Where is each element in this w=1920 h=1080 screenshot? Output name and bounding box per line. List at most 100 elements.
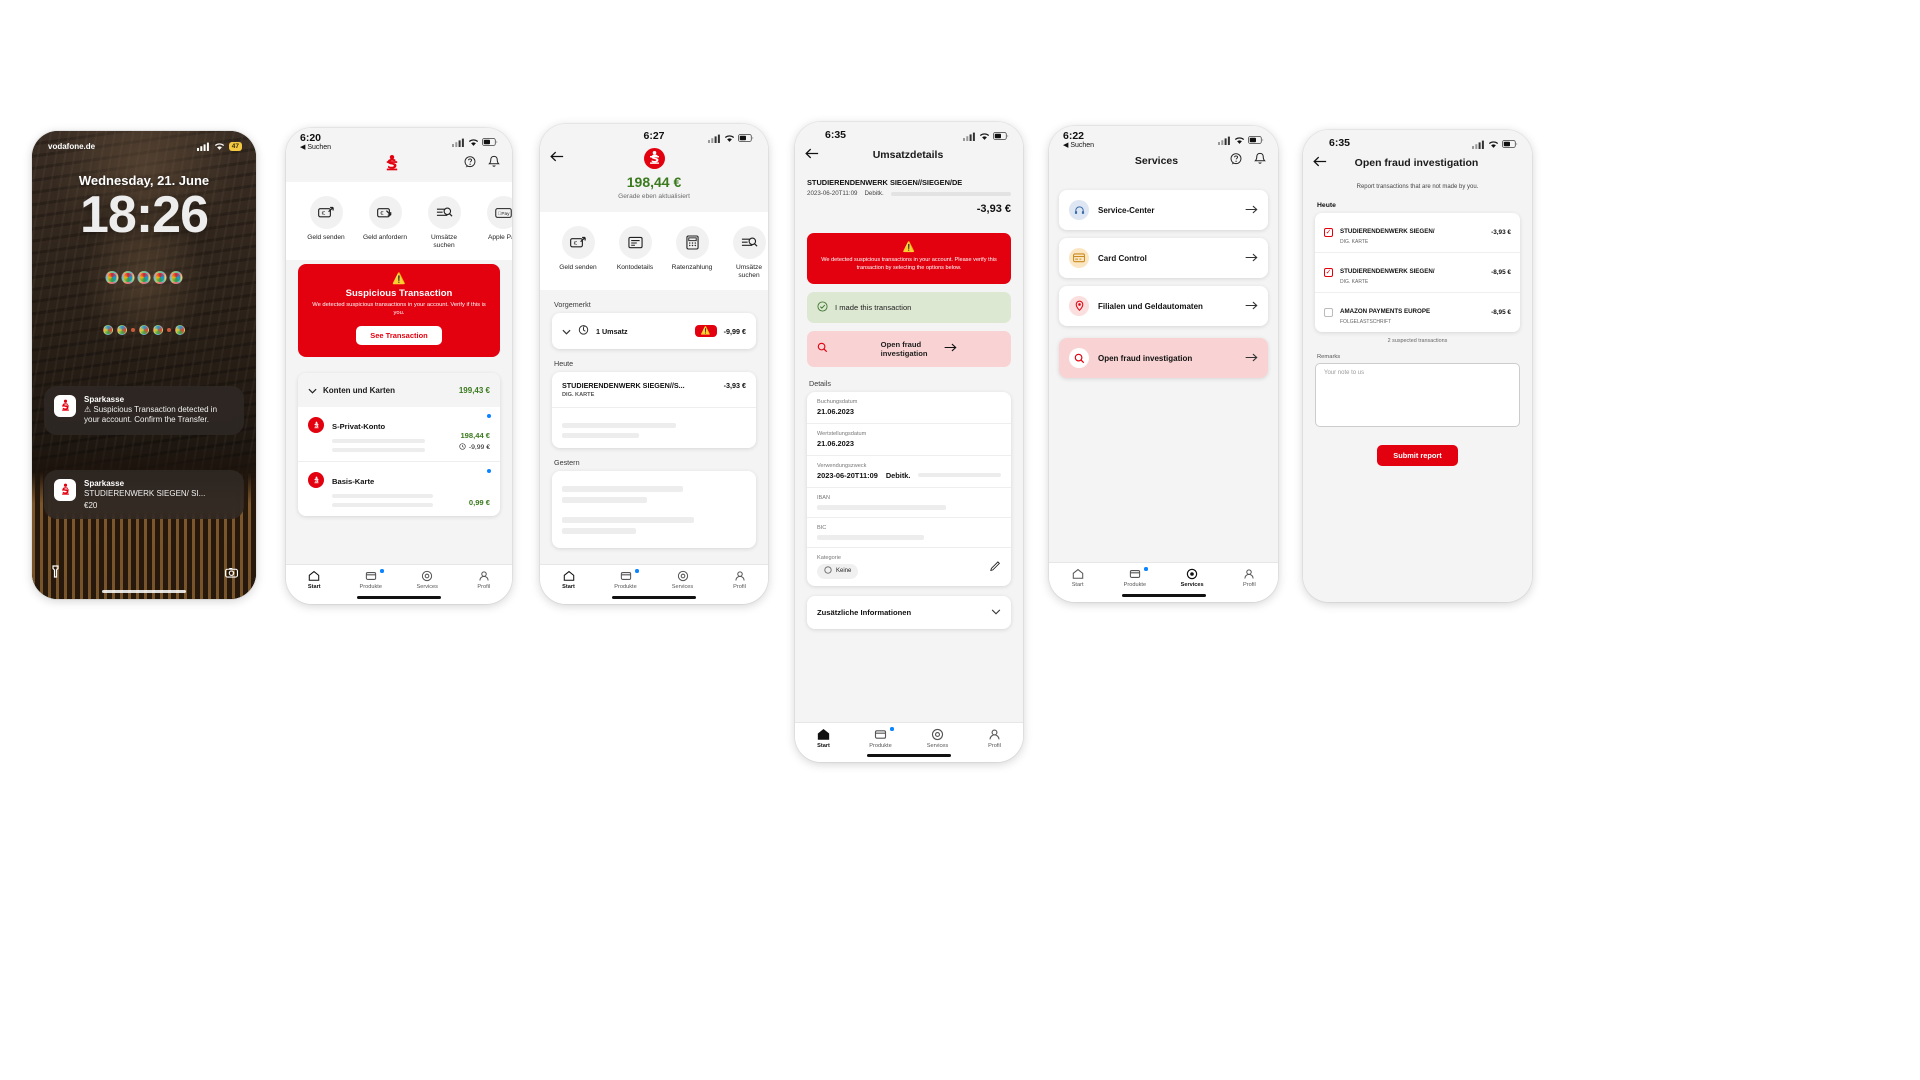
submit-report-button[interactable]: Submit report <box>1377 444 1458 466</box>
category-circle-icon <box>824 566 832 576</box>
quick-action-geld-senden[interactable]: € Geld senden <box>554 226 602 280</box>
table-row[interactable]: ✓ AMAZON PAYMENTS EUROPE FOLGELASTSCHRIF… <box>1315 293 1520 332</box>
checkbox-checked[interactable]: ✓ <box>1324 227 1333 237</box>
help-icon[interactable] <box>1230 152 1242 170</box>
services-icon <box>1186 568 1198 580</box>
tab-services[interactable]: Services <box>1172 568 1212 588</box>
remarks-input[interactable]: Your note to us <box>1315 362 1520 427</box>
lock-time: 18:26 <box>80 186 209 244</box>
arrow-right-icon <box>1245 353 1258 364</box>
camera-icon[interactable] <box>225 565 239 583</box>
pencil-icon[interactable] <box>990 558 1001 576</box>
transaction-amount: -8,95 € <box>1491 308 1511 316</box>
quick-action-geld-senden[interactable]: € Geld senden <box>302 196 350 250</box>
tab-profil[interactable]: Profil <box>464 570 504 590</box>
tab-start[interactable]: Start <box>804 728 844 749</box>
accounts-header[interactable]: Konten und Karten 199,43 € <box>298 373 500 408</box>
notification-card[interactable]: Sparkasse ⚠ Suspicious Transaction detec… <box>44 386 244 435</box>
see-transaction-button[interactable]: See Transaction <box>356 326 442 346</box>
status-bar: 6:20 ◀ Suchen <box>286 128 512 151</box>
tab-services[interactable]: Services <box>918 728 958 749</box>
quick-action-umsaetze-suchen[interactable]: Umsätze suchen <box>420 196 468 250</box>
installment-icon <box>675 226 709 259</box>
detail-item-kategorie: Kategorie Keine <box>807 548 1011 587</box>
services-screen: 6:22 ◀ Suchen Services Service-Center Ca… <box>1049 126 1278 602</box>
account-amount: 0,99 € <box>468 498 490 508</box>
accounts-card: Konten und Karten 199,43 € S-Privat-Kont… <box>298 373 500 517</box>
phone-lockscreen: vodafone.de 47 Wednesday, 21. June 18:26… <box>32 131 256 599</box>
page-title: Open fraud investigation <box>1354 157 1479 169</box>
quick-action-label: Apple Pay <box>487 234 512 241</box>
transaction-row[interactable]: 1 Umsatz ⚠️ -9,99 € <box>552 313 756 349</box>
stained-glass-row <box>105 271 183 285</box>
accounts-header-title: Konten und Karten <box>323 385 395 395</box>
service-item-filialen[interactable]: Filialen und Geldautomaten <box>1059 286 1268 326</box>
table-row[interactable]: ✓ STUDIERENDENWERK SIEGEN/ DIG. KARTE -8… <box>1315 253 1520 293</box>
tab-produkte[interactable]: Produkte <box>606 569 646 590</box>
bell-icon[interactable] <box>1254 152 1266 170</box>
chevron-down-icon <box>308 381 317 399</box>
tab-badge-dot <box>1144 567 1148 571</box>
sparkasse-badge-icon <box>308 472 324 489</box>
quick-action-apple-pay[interactable]: Pay Apple Pay <box>479 196 512 250</box>
arrow-right-icon <box>1245 205 1258 216</box>
help-icon[interactable] <box>464 155 476 173</box>
status-back-label[interactable]: ◀ Suchen <box>300 144 331 151</box>
tab-start[interactable]: Start <box>294 570 334 590</box>
checkbox-checked[interactable]: ✓ <box>1324 267 1333 277</box>
unread-dot <box>487 469 491 474</box>
home-screen: 6:20 ◀ Suchen € Geld senden € Geld anfor… <box>286 128 512 604</box>
transaction-sub: DIG. KARTE <box>1340 278 1369 285</box>
tab-services[interactable]: Services <box>407 570 447 590</box>
battery-icon <box>1502 140 1518 148</box>
arrow-right-icon <box>944 343 1001 354</box>
tab-profil[interactable]: Profil <box>1229 568 1269 588</box>
notification-card[interactable]: Sparkasse STUDIERENWERK SIEGEN/ SI... €2… <box>44 470 244 520</box>
home-icon <box>817 728 830 740</box>
quick-action-umsaetze-suchen[interactable]: Umsätze suchen <box>725 226 768 280</box>
account-row[interactable]: S-Privat-Konto 198,44 € -9,99 € <box>298 407 500 463</box>
status-back-label[interactable]: ◀ Suchen <box>1063 142 1094 149</box>
service-item-open-fraud-investigation[interactable]: Open fraud investigation <box>1059 338 1268 378</box>
screenshot-canvas: vodafone.de 47 Wednesday, 21. June 18:26… <box>0 0 1920 1080</box>
nav-bar: Umsatzdetails <box>795 144 1023 170</box>
flashlight-icon[interactable] <box>50 565 61 583</box>
transaction-sub: DIG. KARTE <box>562 392 595 399</box>
back-arrow-icon[interactable] <box>550 151 564 164</box>
checkbox-unchecked[interactable]: ✓ <box>1324 307 1333 317</box>
phone-services: 6:22 ◀ Suchen Services Service-Center Ca… <box>1049 126 1278 602</box>
tab-produkte[interactable]: Produkte <box>861 727 901 749</box>
table-row[interactable]: ✓ STUDIERENDENWERK SIEGEN/ DIG. KARTE -3… <box>1315 213 1520 253</box>
tab-produkte[interactable]: Produkte <box>351 569 391 590</box>
quick-action-kontodetails[interactable]: Kontodetails <box>611 226 659 280</box>
quick-action-ratenzahlung[interactable]: Ratenzahlung <box>668 226 716 280</box>
tab-start[interactable]: Start <box>549 570 589 590</box>
tab-label: Services <box>926 743 949 749</box>
tab-profil[interactable]: Profil <box>720 570 760 590</box>
quick-action-geld-anfordern[interactable]: € Geld anfordern <box>361 196 409 250</box>
service-item-card-control[interactable]: Card Control <box>1059 238 1268 278</box>
warning-triangle-icon: ⚠️ <box>902 242 916 253</box>
transaction-row[interactable]: STUDIERENDENWERK SIEGEN//S... DIG. KARTE… <box>552 372 756 409</box>
chevron-down-icon[interactable] <box>562 322 571 340</box>
arrow-right-icon <box>1245 253 1258 264</box>
back-arrow-icon[interactable] <box>1313 154 1327 172</box>
signal-icon <box>452 138 464 147</box>
category-pill[interactable]: Keine <box>817 563 859 579</box>
phone-fraud-report: 6:35 Open fraud investigation Report tra… <box>1303 130 1532 602</box>
confirm-transaction-option[interactable]: I made this transaction <box>807 291 1011 323</box>
open-fraud-investigation-option[interactable]: Open fraud investigation <box>807 330 1011 367</box>
tab-start[interactable]: Start <box>1058 568 1098 588</box>
additional-info-section[interactable]: Zusätzliche Informationen <box>807 596 1011 630</box>
account-row[interactable]: Basis-Karte 0,99 € <box>298 462 500 516</box>
service-item-service-center[interactable]: Service-Center <box>1059 190 1268 230</box>
sparkasse-logo <box>382 154 402 174</box>
suspect-transactions-card: ✓ STUDIERENDENWERK SIEGEN/ DIG. KARTE -3… <box>1315 212 1520 332</box>
tab-services[interactable]: Services <box>663 570 703 590</box>
bell-icon[interactable] <box>488 155 500 173</box>
tab-label: Profil <box>733 584 746 590</box>
service-item-label: Open fraud investigation <box>1098 353 1193 363</box>
tab-produkte[interactable]: Produkte <box>1115 567 1155 588</box>
tab-profil[interactable]: Profil <box>975 728 1015 749</box>
back-arrow-icon[interactable] <box>805 146 819 164</box>
